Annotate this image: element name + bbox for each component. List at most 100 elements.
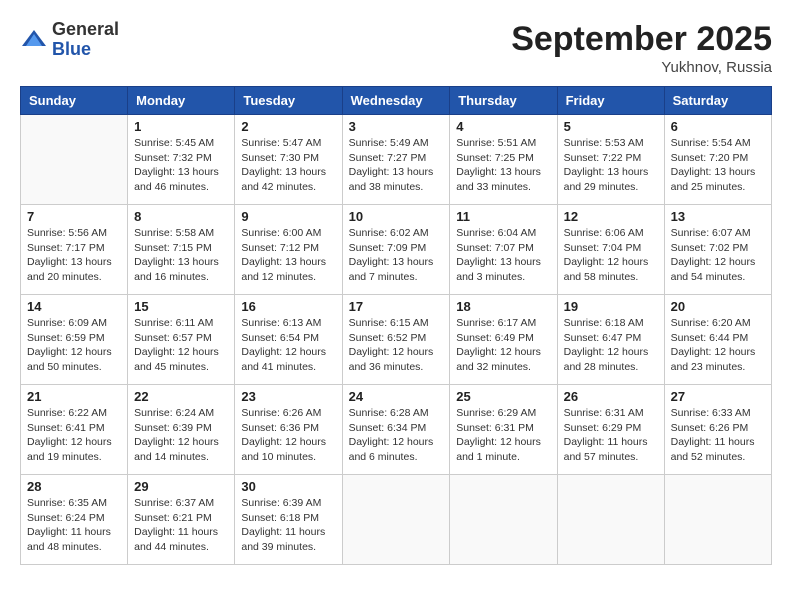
day-number: 27 bbox=[671, 389, 765, 404]
calendar-cell: 22Sunrise: 6:24 AMSunset: 6:39 PMDayligh… bbox=[128, 385, 235, 475]
day-number: 29 bbox=[134, 479, 228, 494]
day-info: Sunrise: 6:07 AMSunset: 7:02 PMDaylight:… bbox=[671, 226, 765, 285]
title-block: September 2025 Yukhnov, Russia bbox=[511, 20, 772, 76]
calendar-week-row-1: 1 Sunrise: 5:45 AMSunset: 7:32 PMDaylight… bbox=[21, 115, 772, 205]
day-number: 14 bbox=[27, 299, 121, 314]
day-info: Sunrise: 6:37 AMSunset: 6:21 PMDaylight:… bbox=[134, 496, 228, 555]
day-number: 20 bbox=[671, 299, 765, 314]
calendar-cell: 20 Sunrise: 6:20 AMSunset: 6:44 PMDayligh… bbox=[664, 295, 771, 385]
calendar-cell: 26 Sunrise: 6:31 AMSunset: 6:29 PMDayligh… bbox=[557, 385, 664, 475]
calendar-cell: 18Sunrise: 6:17 AMSunset: 6:49 PMDayligh… bbox=[450, 295, 557, 385]
calendar-cell: 16Sunrise: 6:13 AMSunset: 6:54 PMDayligh… bbox=[235, 295, 342, 385]
day-number: 23 bbox=[241, 389, 335, 404]
page-header: General Blue September 2025 Yukhnov, Rus… bbox=[20, 20, 772, 76]
day-number: 8 bbox=[134, 209, 228, 224]
calendar-cell: 12Sunrise: 6:06 AMSunset: 7:04 PMDayligh… bbox=[557, 205, 664, 295]
day-info: Sunrise: 6:02 AMSunset: 7:09 PMDaylight:… bbox=[349, 226, 444, 285]
calendar-cell: 19 Sunrise: 6:18 AMSunset: 6:47 PMDayligh… bbox=[557, 295, 664, 385]
calendar-week-row-2: 7Sunrise: 5:56 AMSunset: 7:17 PMDaylight… bbox=[21, 205, 772, 295]
day-number: 15 bbox=[134, 299, 228, 314]
day-info: Sunrise: 5:54 AMSunset: 7:20 PMDaylight:… bbox=[671, 136, 765, 195]
day-info: Sunrise: 5:58 AMSunset: 7:15 PMDaylight:… bbox=[134, 226, 228, 285]
day-info: Sunrise: 6:00 AMSunset: 7:12 PMDaylight:… bbox=[241, 226, 335, 285]
day-number: 6 bbox=[671, 119, 765, 134]
calendar-table: SundayMondayTuesdayWednesdayThursdayFrid… bbox=[20, 86, 772, 565]
logo-general: General bbox=[52, 20, 119, 40]
calendar-header-friday: Friday bbox=[557, 87, 664, 115]
day-info: Sunrise: 6:17 AMSunset: 6:49 PMDaylight:… bbox=[456, 316, 550, 375]
calendar-header-tuesday: Tuesday bbox=[235, 87, 342, 115]
day-info: Sunrise: 6:35 AMSunset: 6:24 PMDaylight:… bbox=[27, 496, 121, 555]
day-info: Sunrise: 5:45 AMSunset: 7:32 PMDaylight:… bbox=[134, 136, 228, 195]
day-number: 22 bbox=[134, 389, 228, 404]
calendar-header-thursday: Thursday bbox=[450, 87, 557, 115]
location: Yukhnov, Russia bbox=[511, 59, 772, 76]
calendar-cell bbox=[664, 475, 771, 565]
calendar-header-wednesday: Wednesday bbox=[342, 87, 450, 115]
day-number: 26 bbox=[564, 389, 658, 404]
day-number: 11 bbox=[456, 209, 550, 224]
calendar-cell bbox=[450, 475, 557, 565]
day-info: Sunrise: 6:31 AMSunset: 6:29 PMDaylight:… bbox=[564, 406, 658, 465]
day-info: Sunrise: 6:06 AMSunset: 7:04 PMDaylight:… bbox=[564, 226, 658, 285]
day-number: 21 bbox=[27, 389, 121, 404]
calendar-cell: 29 Sunrise: 6:37 AMSunset: 6:21 PMDayligh… bbox=[128, 475, 235, 565]
day-number: 30 bbox=[241, 479, 335, 494]
day-number: 16 bbox=[241, 299, 335, 314]
calendar-cell: 10 Sunrise: 6:02 AMSunset: 7:09 PMDayligh… bbox=[342, 205, 450, 295]
logo-icon bbox=[20, 26, 48, 54]
calendar-cell: 5 Sunrise: 5:53 AMSunset: 7:22 PMDaylight… bbox=[557, 115, 664, 205]
calendar-cell: 1 Sunrise: 5:45 AMSunset: 7:32 PMDaylight… bbox=[128, 115, 235, 205]
calendar-week-row-3: 14 Sunrise: 6:09 AMSunset: 6:59 PMDayligh… bbox=[21, 295, 772, 385]
day-info: Sunrise: 5:51 AMSunset: 7:25 PMDaylight:… bbox=[456, 136, 550, 195]
calendar-header-saturday: Saturday bbox=[664, 87, 771, 115]
day-info: Sunrise: 6:04 AMSunset: 7:07 PMDaylight:… bbox=[456, 226, 550, 285]
calendar-cell: 30 Sunrise: 6:39 AMSunset: 6:18 PMDayligh… bbox=[235, 475, 342, 565]
day-number: 10 bbox=[349, 209, 444, 224]
day-number: 25 bbox=[456, 389, 550, 404]
logo: General Blue bbox=[20, 20, 119, 60]
calendar-cell: 3Sunrise: 5:49 AMSunset: 7:27 PMDaylight… bbox=[342, 115, 450, 205]
calendar-cell: 23 Sunrise: 6:26 AMSunset: 6:36 PMDayligh… bbox=[235, 385, 342, 475]
day-info: Sunrise: 5:53 AMSunset: 7:22 PMDaylight:… bbox=[564, 136, 658, 195]
calendar-header-monday: Monday bbox=[128, 87, 235, 115]
day-number: 1 bbox=[134, 119, 228, 134]
day-info: Sunrise: 6:09 AMSunset: 6:59 PMDaylight:… bbox=[27, 316, 121, 375]
month-title: September 2025 bbox=[511, 20, 772, 59]
calendar-cell: 14 Sunrise: 6:09 AMSunset: 6:59 PMDayligh… bbox=[21, 295, 128, 385]
calendar-cell: 13 Sunrise: 6:07 AMSunset: 7:02 PMDayligh… bbox=[664, 205, 771, 295]
calendar-header-row: SundayMondayTuesdayWednesdayThursdayFrid… bbox=[21, 87, 772, 115]
calendar-header-sunday: Sunday bbox=[21, 87, 128, 115]
calendar-cell: 17 Sunrise: 6:15 AMSunset: 6:52 PMDayligh… bbox=[342, 295, 450, 385]
day-info: Sunrise: 6:39 AMSunset: 6:18 PMDaylight:… bbox=[241, 496, 335, 555]
day-info: Sunrise: 5:47 AMSunset: 7:30 PMDaylight:… bbox=[241, 136, 335, 195]
day-number: 4 bbox=[456, 119, 550, 134]
day-info: Sunrise: 6:20 AMSunset: 6:44 PMDaylight:… bbox=[671, 316, 765, 375]
day-info: Sunrise: 6:33 AMSunset: 6:26 PMDaylight:… bbox=[671, 406, 765, 465]
calendar-cell: 28 Sunrise: 6:35 AMSunset: 6:24 PMDayligh… bbox=[21, 475, 128, 565]
day-number: 19 bbox=[564, 299, 658, 314]
day-number: 28 bbox=[27, 479, 121, 494]
day-info: Sunrise: 6:15 AMSunset: 6:52 PMDaylight:… bbox=[349, 316, 444, 375]
day-number: 3 bbox=[349, 119, 444, 134]
day-info: Sunrise: 6:26 AMSunset: 6:36 PMDaylight:… bbox=[241, 406, 335, 465]
logo-text: General Blue bbox=[52, 20, 119, 60]
calendar-cell: 15Sunrise: 6:11 AMSunset: 6:57 PMDayligh… bbox=[128, 295, 235, 385]
day-number: 17 bbox=[349, 299, 444, 314]
day-number: 2 bbox=[241, 119, 335, 134]
day-number: 13 bbox=[671, 209, 765, 224]
day-number: 9 bbox=[241, 209, 335, 224]
calendar-cell: 27 Sunrise: 6:33 AMSunset: 6:26 PMDayligh… bbox=[664, 385, 771, 475]
day-number: 5 bbox=[564, 119, 658, 134]
calendar-week-row-4: 21Sunrise: 6:22 AMSunset: 6:41 PMDayligh… bbox=[21, 385, 772, 475]
day-info: Sunrise: 6:18 AMSunset: 6:47 PMDaylight:… bbox=[564, 316, 658, 375]
calendar-week-row-5: 28 Sunrise: 6:35 AMSunset: 6:24 PMDayligh… bbox=[21, 475, 772, 565]
day-number: 7 bbox=[27, 209, 121, 224]
calendar-cell: 2 Sunrise: 5:47 AMSunset: 7:30 PMDaylight… bbox=[235, 115, 342, 205]
calendar-cell bbox=[342, 475, 450, 565]
calendar-cell bbox=[557, 475, 664, 565]
calendar-cell: 4 Sunrise: 5:51 AMSunset: 7:25 PMDaylight… bbox=[450, 115, 557, 205]
calendar-cell: 8 Sunrise: 5:58 AMSunset: 7:15 PMDaylight… bbox=[128, 205, 235, 295]
day-info: Sunrise: 6:29 AMSunset: 6:31 PMDaylight:… bbox=[456, 406, 550, 465]
calendar-cell: 25 Sunrise: 6:29 AMSunset: 6:31 PMDayligh… bbox=[450, 385, 557, 475]
